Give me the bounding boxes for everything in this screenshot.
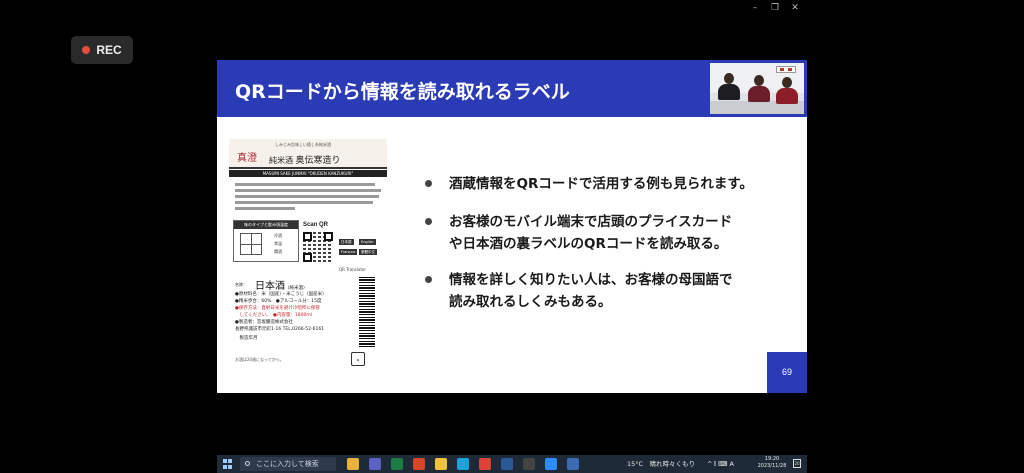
bullet-text: お客様のモバイル端末で店頭のプライスカード [449, 214, 733, 230]
taste-chart: 味のタイプと飲み頃温度 冷酒 常温 燗酒 [233, 220, 299, 262]
taste-grid-icon [240, 233, 262, 255]
media-icon[interactable] [523, 458, 535, 470]
notes-icon[interactable] [435, 458, 447, 470]
qr-corner-icon [303, 253, 312, 262]
label-header: しみじみ旨味しい癒し系純米酒 真澄 純米酒 奥伝寒造り [229, 139, 387, 169]
bullet-text: 読み取れるしくみもある。 [449, 294, 612, 310]
minimize-button[interactable]: – [748, 2, 762, 14]
label-spec-row: ●原材料名：米（国産）・米こうじ（国産米） [235, 292, 327, 297]
search-placeholder: ここに入力して検索 [256, 460, 319, 468]
recording-label: REC [96, 43, 122, 57]
language-tag: English [359, 239, 376, 245]
bullet-text: や日本酒の裏ラベルのQRコードを読み取る。 [449, 236, 728, 252]
recording-indicator: REC [71, 36, 133, 64]
powerpoint-icon[interactable] [413, 458, 425, 470]
label-brand-title: 奥伝寒造り [295, 156, 341, 166]
excel-icon[interactable] [391, 458, 403, 470]
record-dot-icon [82, 46, 91, 54]
recycle-mark-icon: ♻ [351, 352, 365, 366]
zoom-icon[interactable] [545, 458, 557, 470]
taskbar-search-input[interactable]: ここに入力して検索 [240, 457, 336, 471]
label-description-line [235, 201, 373, 204]
label-description-line [235, 195, 379, 198]
notification-icon[interactable]: 20 [793, 459, 801, 468]
label-brand-name: 純米酒 奥伝寒造り [269, 153, 341, 166]
label-description-line [235, 189, 381, 192]
bullet-text: 情報を詳しく知りたい人は、お客様の母国語で [449, 272, 733, 288]
search-icon [245, 461, 250, 466]
word-icon[interactable] [501, 458, 513, 470]
edge-icon[interactable] [457, 458, 469, 470]
slide-page-number: 69 [767, 352, 807, 393]
bullet-text: 酒蔵情報をQRコードで活用する例も見られます。 [449, 176, 754, 192]
teams-icon[interactable] [369, 458, 381, 470]
label-nihonshu: 日本酒（純米酒） [255, 277, 308, 292]
close-button[interactable]: ✕ [788, 2, 802, 14]
clock-time: 19:20 [764, 456, 780, 462]
label-description-line [235, 207, 295, 210]
participant-video-thumbnail[interactable] [710, 63, 804, 114]
taskbar-clock[interactable]: 19:20 2023/11/28 [754, 456, 790, 470]
system-tray[interactable]: ^ 𝄃 ⌨ A [707, 457, 734, 471]
chrome-icon[interactable] [479, 458, 491, 470]
scan-qr-label: Scan QR [303, 222, 329, 228]
taste-chart-title: 味のタイプと飲み頃温度 [234, 221, 298, 229]
qr-corner-icon [303, 232, 312, 241]
label-spec-row: してください。 ●内容量：1800ml [235, 313, 312, 318]
presentation-slide: QRコードから情報を読み取れるラベル しみじみ旨味しい癒し系純米酒 真澄 純米酒… [217, 60, 807, 393]
qr-corner-icon [324, 232, 333, 241]
language-tag: 日本語 [339, 239, 354, 245]
bullet-dot-icon [425, 276, 432, 283]
label-english-strip: MASUMI SAKE JUNMAI "OKUDEN KANZUKURI" [229, 170, 387, 177]
windows-start-icon[interactable] [223, 459, 233, 469]
taste-option: 常温 [274, 241, 282, 246]
slide-header: QRコードから情報を読み取れるラベル [217, 60, 807, 117]
label-brand-type: 純米酒 [269, 156, 293, 165]
taste-option: 燗酒 [274, 249, 282, 254]
bullet-dot-icon [425, 218, 432, 225]
label-spec-row: ●製造者：宮坂醸造株式会社 [235, 320, 293, 325]
taste-option: 冷酒 [274, 233, 282, 238]
file-explorer-icon[interactable] [347, 458, 359, 470]
label-tagline: しみじみ旨味しい癒し系純米酒 [275, 142, 331, 147]
bullet-dot-icon [425, 180, 432, 187]
qr-translator-label: QR Translator [339, 267, 366, 272]
language-tag: 繁體中文 [359, 249, 377, 255]
restore-button[interactable]: ❐ [768, 2, 782, 14]
label-spec-row: ●精米歩合：60% ●アルコール分：15度 [235, 299, 322, 304]
app-icon[interactable] [567, 458, 579, 470]
label-spec-row: 長野県諏訪市元町1-16 TEL.0266-52-6161 [235, 327, 325, 332]
barcode-icon [359, 277, 375, 347]
slide-title: QRコードから情報を読み取れるラベル [235, 81, 570, 103]
weather-widget[interactable]: 15°C 晴れ時々くもり [627, 457, 695, 471]
clock-date: 2023/11/28 [757, 463, 787, 469]
label-spec-row: ●保存方法：直射日光を避け冷暗所に保管 [235, 306, 320, 311]
sake-label-image: しみじみ旨味しい癒し系純米酒 真澄 純米酒 奥伝寒造り MASUMI SAKE … [229, 139, 387, 377]
label-age-notice: お酒は20歳になってから。 [235, 357, 284, 362]
wall-sign-icon [776, 66, 796, 73]
label-name-key: 名称： [235, 282, 247, 287]
label-spec-row: 製造年月 [235, 336, 258, 341]
windows-taskbar: ここに入力して検索 15°C 晴れ時々くもり ^ 𝄃 ⌨ A 19:20 202… [217, 455, 807, 473]
language-tag: Français [339, 249, 358, 255]
label-description-line [235, 183, 375, 186]
label-brand-mark: 真澄 [237, 153, 257, 164]
